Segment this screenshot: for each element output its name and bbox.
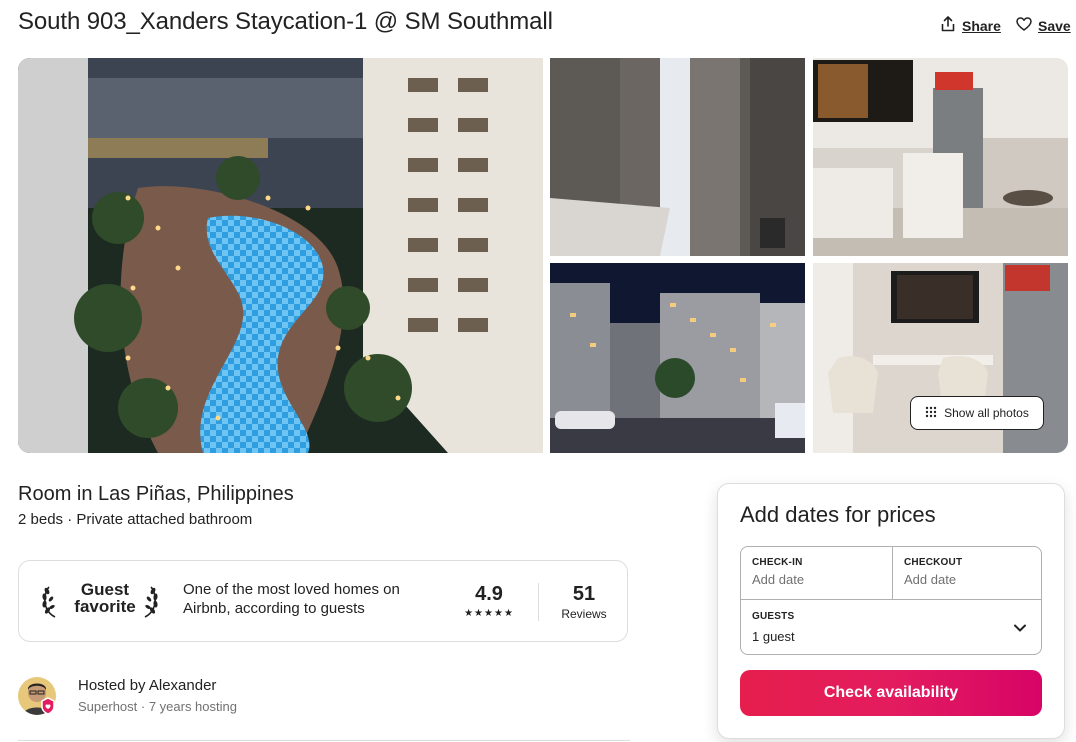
checkout-label: CHECKOUT [904, 557, 963, 568]
checkin-value: Add date [752, 572, 805, 587]
check-availability-button[interactable]: Check availability [740, 670, 1042, 716]
section-divider [18, 740, 630, 741]
listing-subtitle: Room in Las Piñas, Philippines [18, 483, 294, 505]
checkout-field[interactable]: CHECKOUT Add date [893, 547, 1043, 599]
checkin-label: CHECK-IN [752, 557, 803, 568]
photo-building-night[interactable] [550, 263, 805, 453]
share-label: Share [962, 17, 1001, 34]
show-all-photos-label: Show all photos [944, 406, 1029, 420]
guests-value: 1 guest [752, 629, 795, 644]
main-photo-pool[interactable] [18, 58, 543, 453]
host-name: Hosted by Alexander [78, 677, 217, 694]
laurel-right-icon [139, 585, 159, 624]
save-button[interactable]: Save [1016, 16, 1071, 35]
save-label: Save [1038, 17, 1071, 34]
reviews-label[interactable]: Reviews [549, 607, 619, 621]
guest-favorite-description: One of the most loved homes on Airbnb, a… [183, 581, 400, 617]
divider [538, 583, 539, 621]
guest-favorite-card[interactable]: Guest favorite One of the most loved hom… [18, 560, 628, 642]
booking-title: Add dates for prices [740, 502, 936, 527]
rating-stars: ★★★★★ [464, 608, 514, 619]
reviews-count[interactable]: 51 [549, 583, 619, 606]
heart-icon [1016, 16, 1032, 35]
photo-kitchen[interactable] [813, 58, 1068, 256]
show-all-photos-button[interactable]: Show all photos [910, 396, 1044, 430]
date-guest-picker: CHECK-IN Add date CHECKOUT Add date GUES… [740, 546, 1042, 655]
rating-value: 4.9 [475, 583, 503, 605]
checkout-value: Add date [904, 572, 957, 587]
guests-select[interactable]: GUESTS 1 guest [741, 600, 1041, 655]
chevron-down-icon [1013, 620, 1027, 638]
superhost-badge-icon [40, 697, 56, 720]
share-icon [940, 16, 956, 35]
photo-bedroom[interactable] [550, 58, 805, 256]
host-subtext: Superhost · 7 years hosting [78, 699, 237, 714]
booking-card: Add dates for prices CHECK-IN Add date C… [717, 483, 1065, 739]
listing-title: South 903_Xanders Staycation-1 @ SM Sout… [18, 8, 553, 35]
checkin-field[interactable]: CHECK-IN Add date [741, 547, 892, 599]
grid-icon [925, 406, 937, 421]
guests-label: GUESTS [752, 611, 795, 622]
listing-details: 2 beds · Private attached bathroom [18, 511, 253, 528]
share-button[interactable]: Share [940, 16, 1001, 35]
